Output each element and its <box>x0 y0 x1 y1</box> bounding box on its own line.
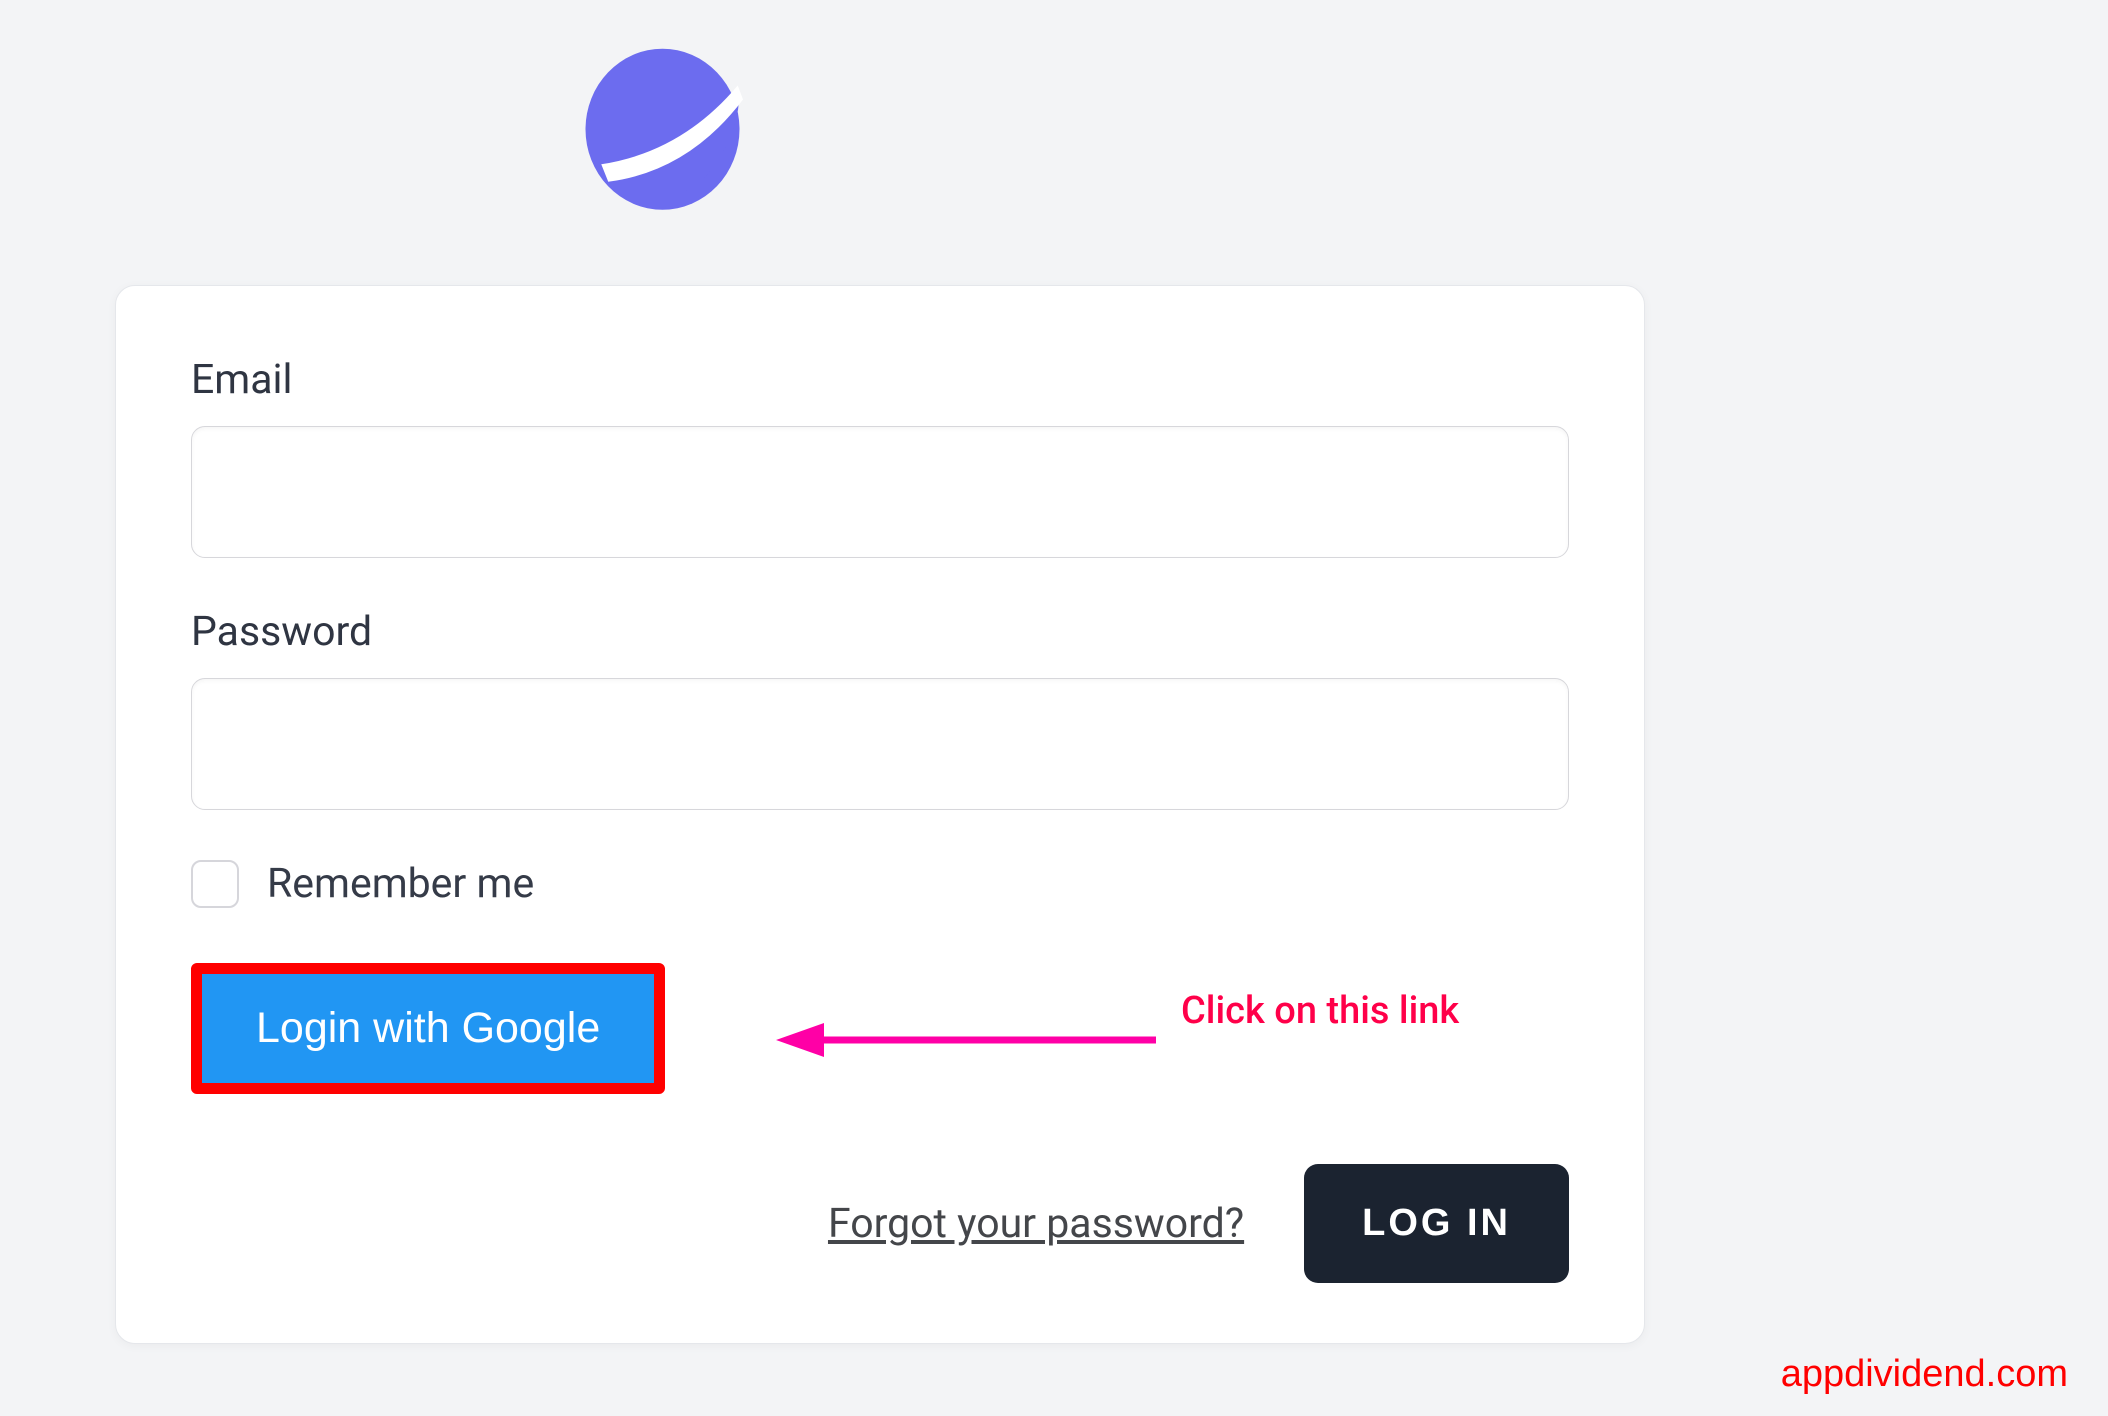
remember-row: Remember me <box>191 860 1569 908</box>
login-with-google-button[interactable]: Login with Google <box>202 974 654 1083</box>
password-input[interactable] <box>191 678 1569 810</box>
highlight-box: Login with Google <box>191 963 665 1094</box>
remember-checkbox[interactable] <box>191 860 239 908</box>
brand-logo-icon <box>575 40 750 215</box>
email-input[interactable] <box>191 426 1569 558</box>
password-label: Password <box>191 608 1569 656</box>
forgot-password-link[interactable]: Forgot your password? <box>828 1200 1244 1248</box>
logo-container <box>115 40 1210 215</box>
bottom-actions: Forgot your password? LOG IN <box>191 1164 1569 1283</box>
google-login-row: Login with Google Click on this link <box>191 963 1569 1094</box>
email-label: Email <box>191 356 1569 404</box>
login-button[interactable]: LOG IN <box>1304 1164 1569 1283</box>
annotation-arrow-icon <box>776 1005 1166 1075</box>
login-card: Email Password Remember me Login with Go… <box>115 285 1645 1344</box>
watermark-text: appdividend.com <box>1781 1353 2068 1396</box>
email-field-block: Email <box>191 356 1569 558</box>
remember-label: Remember me <box>267 860 534 908</box>
password-field-block: Password <box>191 608 1569 810</box>
page-root: Email Password Remember me Login with Go… <box>0 0 2108 1416</box>
annotation-text: Click on this link <box>1181 989 1459 1033</box>
annotation: Click on this link <box>1181 989 1459 1033</box>
